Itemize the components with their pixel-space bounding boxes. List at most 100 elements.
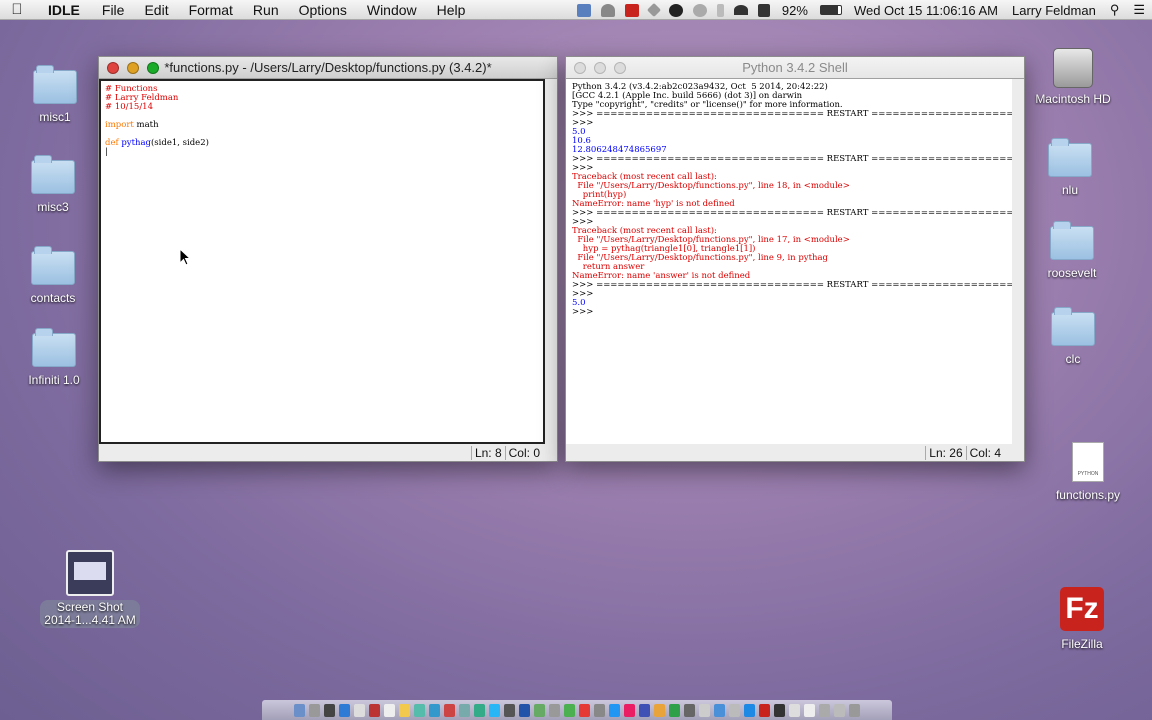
- time-machine-icon[interactable]: [692, 3, 707, 17]
- editor-window[interactable]: *functions.py - /Users/Larry/Desktop/fun…: [98, 56, 558, 462]
- app-dock-icon[interactable]: [729, 703, 740, 717]
- volume-icon[interactable]: [757, 3, 770, 17]
- alert-icon[interactable]: [668, 3, 683, 17]
- app-dock-icon[interactable]: [744, 703, 755, 717]
- messages-dock-icon[interactable]: [429, 703, 440, 717]
- desktop-file-functions-py[interactable]: PYTHON functions.py: [1043, 442, 1133, 502]
- close-button[interactable]: [574, 62, 586, 74]
- minimize-button[interactable]: [127, 62, 139, 74]
- shell-titlebar[interactable]: Python 3.4.2 Shell: [566, 57, 1024, 79]
- app-dock-icon[interactable]: [714, 703, 725, 717]
- app-dock-icon[interactable]: [624, 703, 635, 717]
- desktop-folder-misc3[interactable]: misc3: [8, 155, 98, 214]
- shell-error: Traceback (most recent call last): File …: [572, 172, 850, 209]
- menu-file[interactable]: File: [92, 2, 135, 18]
- filezilla-dock-icon[interactable]: [759, 703, 770, 717]
- battery-percent[interactable]: 92%: [775, 3, 815, 18]
- code-comment: # 10/15/14: [105, 102, 153, 112]
- clock[interactable]: Wed Oct 15 11:06:16 AM: [847, 3, 1005, 18]
- app-dock-icon[interactable]: [504, 703, 515, 717]
- app-dock-icon[interactable]: [474, 703, 485, 717]
- desktop-macintosh-hd[interactable]: Macintosh HD: [1028, 48, 1118, 106]
- folder-icon: [31, 246, 75, 285]
- desktop-folder-contacts[interactable]: contacts: [8, 246, 98, 305]
- dock: [262, 700, 892, 720]
- editor-text-area[interactable]: # Functions # Larry Feldman # 10/15/14 i…: [99, 79, 545, 444]
- notification-bell-icon[interactable]: [600, 3, 615, 17]
- skype-dock-icon[interactable]: [489, 703, 500, 717]
- app-dock-icon[interactable]: [834, 703, 845, 717]
- app-menu-idle[interactable]: IDLE: [34, 2, 92, 18]
- menu-help[interactable]: Help: [427, 2, 476, 18]
- terminal-dock-icon[interactable]: [774, 703, 785, 717]
- safari-dock-icon[interactable]: [339, 703, 350, 717]
- shell-text-area[interactable]: Python 3.4.2 (v3.4.2:ab2c023a9432, Oct 5…: [566, 79, 1012, 444]
- editor-titlebar[interactable]: *functions.py - /Users/Larry/Desktop/fun…: [99, 57, 557, 79]
- app-dock-icon[interactable]: [789, 703, 800, 717]
- desktop-folder-nlu[interactable]: nlu: [1025, 138, 1115, 197]
- shell-prompt[interactable]: >>>: [572, 308, 1006, 317]
- user-name[interactable]: Larry Feldman: [1005, 3, 1103, 18]
- folder-icon: [31, 155, 75, 194]
- menu-run[interactable]: Run: [243, 2, 289, 18]
- mail-dock-icon[interactable]: [354, 703, 365, 717]
- app-dock-icon[interactable]: [684, 703, 695, 717]
- desktop-screenshot-file[interactable]: Screen Shot 2014-1...4.41 AM: [30, 550, 150, 628]
- finder-dock-icon[interactable]: [294, 703, 305, 717]
- stickies-dock-icon[interactable]: [399, 703, 410, 717]
- menu-window[interactable]: Window: [357, 2, 427, 18]
- menu-format[interactable]: Format: [179, 2, 243, 18]
- spotlight-search-icon[interactable]: ⚲: [1103, 2, 1127, 18]
- app-dock-icon[interactable]: [549, 703, 560, 717]
- apple-menu-icon[interactable]: : [0, 1, 34, 18]
- shell-window[interactable]: Python 3.4.2 Shell Python 3.4.2 (v3.4.2:…: [565, 56, 1025, 462]
- menu-edit[interactable]: Edit: [134, 2, 178, 18]
- maps-dock-icon[interactable]: [414, 703, 425, 717]
- zoom-button[interactable]: [614, 62, 626, 74]
- desktop-folder-roosevelt[interactable]: roosevelt: [1027, 221, 1117, 280]
- close-button[interactable]: [107, 62, 119, 74]
- preview-dock-icon[interactable]: [699, 703, 710, 717]
- desktop-folder-misc1[interactable]: misc1: [10, 65, 100, 124]
- app-dock-icon[interactable]: [639, 703, 650, 717]
- sync-icon[interactable]: [646, 2, 661, 18]
- app-dock-icon[interactable]: [534, 703, 545, 717]
- filezilla-icon: Fz: [1060, 587, 1104, 631]
- text-cursor: |: [105, 147, 108, 157]
- app-dock-icon[interactable]: [594, 703, 605, 717]
- battery-icon[interactable]: [819, 5, 842, 15]
- shell-error: Traceback (most recent call last): File …: [572, 226, 850, 281]
- desktop-icon-label: contacts: [30, 291, 76, 305]
- code-keyword: import: [105, 120, 134, 130]
- photoshop-dock-icon[interactable]: [519, 703, 530, 717]
- folder-icon: [1048, 138, 1092, 177]
- app-dock-icon[interactable]: [459, 703, 470, 717]
- calendar-dock-icon[interactable]: [369, 703, 380, 717]
- desktop-icon-label: misc3: [37, 200, 69, 214]
- wifi-icon[interactable]: [733, 5, 748, 15]
- app-dock-icon[interactable]: [804, 703, 815, 717]
- screen-record-icon[interactable]: [576, 3, 591, 17]
- desktop-icon-label: FileZilla: [1061, 637, 1103, 651]
- notification-center-icon[interactable]: ☰: [1126, 2, 1152, 18]
- desktop-folder-clc[interactable]: clc: [1028, 307, 1118, 366]
- filezilla-tray-icon[interactable]: [624, 3, 639, 17]
- app-dock-icon[interactable]: [669, 703, 680, 717]
- menu-options[interactable]: Options: [289, 2, 357, 18]
- minimize-button[interactable]: [594, 62, 606, 74]
- trash-dock-icon[interactable]: [849, 703, 860, 717]
- notes-dock-icon[interactable]: [384, 703, 395, 717]
- app-dock-icon[interactable]: [324, 703, 335, 717]
- app-dock-icon[interactable]: [579, 703, 590, 717]
- zoom-button[interactable]: [147, 62, 159, 74]
- desktop-app-filezilla[interactable]: Fz FileZilla: [1037, 587, 1127, 651]
- desktop-folder-infiniti[interactable]: Infiniti 1.0: [9, 328, 99, 387]
- launchpad-dock-icon[interactable]: [309, 703, 320, 717]
- app-dock-icon[interactable]: [564, 703, 575, 717]
- bluetooth-icon[interactable]: [716, 3, 724, 17]
- app-dock-icon[interactable]: [654, 703, 665, 717]
- downloads-dock-icon[interactable]: [819, 703, 830, 717]
- line-number: Ln: 26: [925, 446, 965, 460]
- app-dock-icon[interactable]: [609, 703, 620, 717]
- photo-dock-icon[interactable]: [444, 703, 455, 717]
